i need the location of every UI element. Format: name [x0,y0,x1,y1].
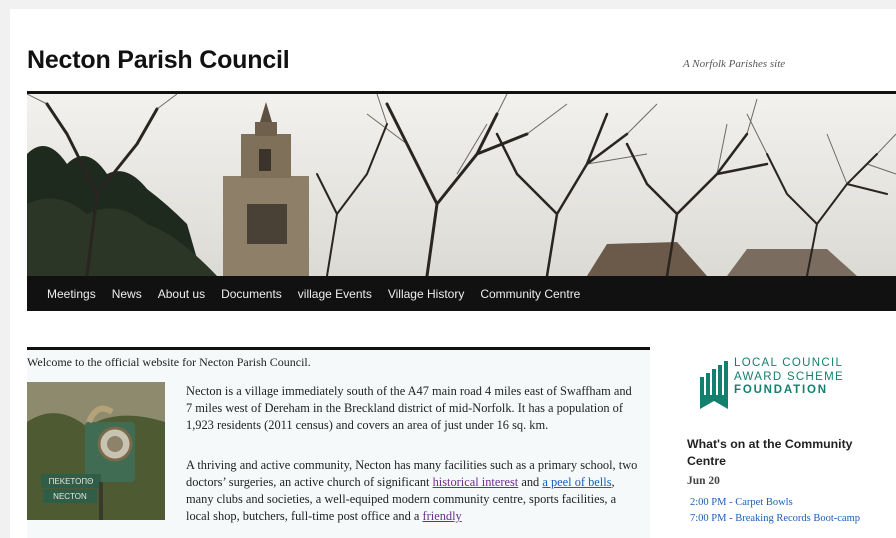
award-line1: LOCAL COUNCIL [734,357,844,369]
friendly-link[interactable]: friendly [423,509,462,523]
intro-paragraph: Necton is a village immediately south of… [186,384,632,432]
main-content: Welcome to the official website for Nect… [27,347,650,538]
site-title[interactable]: Necton Parish Council [27,46,290,75]
nav-item-meetings[interactable]: Meetings [47,287,96,301]
event-date: Jun 20 [687,475,720,487]
village-sign-photo: ΠΕΚΕΤΟΠΘ NECTON [27,382,165,520]
nav-item-village-events[interactable]: village Events [298,287,372,301]
header-banner-image [27,94,896,276]
award-logo-icon [700,361,728,409]
award-badge-text: LOCAL COUNCIL AWARD SCHEME FOUNDATION [734,357,844,398]
main-navigation: Meetings News About us Documents village… [27,276,896,311]
event-item[interactable]: 7:00 PM - Breaking Records Boot-camp [690,512,880,525]
welcome-text: Welcome to the official website for Nect… [27,355,311,369]
nav-item-about-us[interactable]: About us [158,287,205,301]
local-council-award-badge[interactable]: LOCAL COUNCIL AWARD SCHEME FOUNDATION [698,357,878,411]
peel-of-bells-link[interactable]: a peel of bells [542,475,611,489]
page: Necton Parish Council A Norfolk Parishes… [10,9,896,538]
historical-interest-link[interactable]: historical interest [433,475,519,489]
community-centre-widget-title: What's on at the Community Centre [687,437,853,468]
community-paragraph: A thriving and active community, Necton … [186,457,641,525]
nav-item-news[interactable]: News [112,287,142,301]
sign-text-line2: NECTON [53,492,87,501]
nav-item-village-history[interactable]: Village History [388,287,464,301]
site-tagline: A Norfolk Parishes site [683,58,786,70]
nav-item-documents[interactable]: Documents [221,287,282,301]
sign-text-line1: ΠΕΚΕΤΟΠΘ [49,477,94,486]
award-line2: AWARD SCHEME [734,370,844,383]
event-item[interactable]: 2:00 PM - Carpet Bowls [690,496,880,509]
para2-text2: and [518,475,543,489]
nav-item-community-centre[interactable]: Community Centre [480,287,580,301]
award-line3: FOUNDATION [734,384,828,396]
